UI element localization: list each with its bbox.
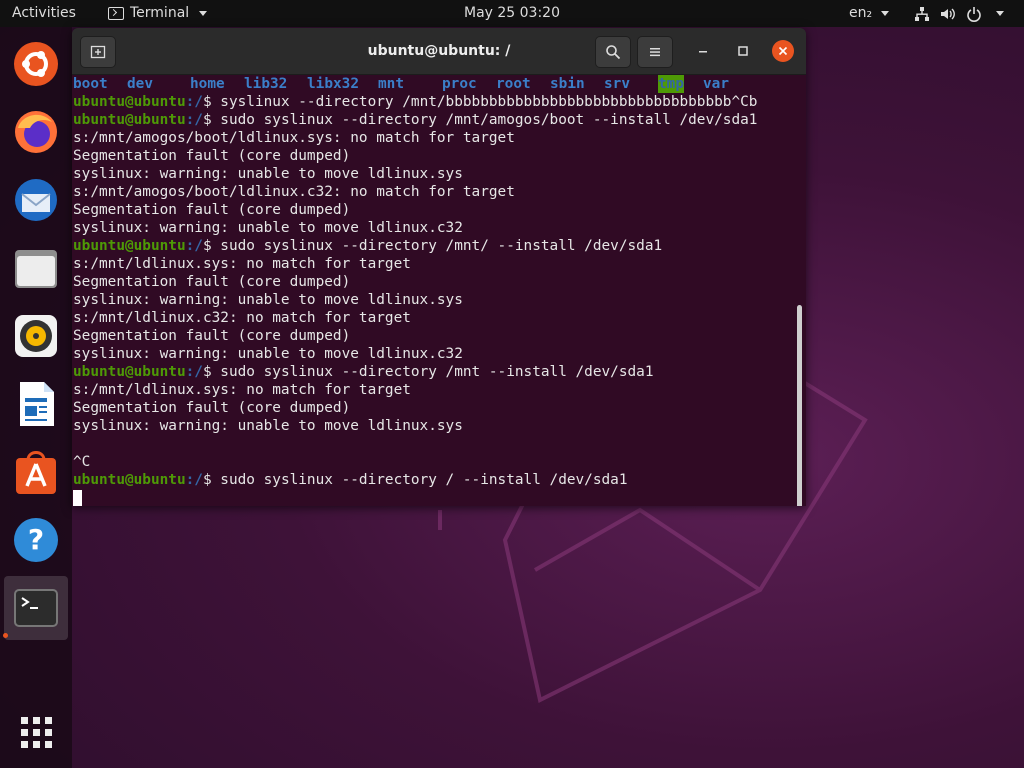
- input-source-menu[interactable]: en₂: [849, 0, 889, 27]
- command-text: $ sudo syslinux --directory /mnt --insta…: [202, 364, 654, 380]
- input-source-label: en₂: [849, 5, 873, 21]
- dock: ?: [0, 27, 72, 768]
- command-text: $ sudo syslinux --directory /mnt/amogos/…: [202, 112, 758, 128]
- close-icon: [778, 46, 788, 56]
- scrollbar[interactable]: [797, 305, 802, 506]
- rhythmbox-icon[interactable]: [12, 312, 60, 360]
- prompt-path: :/: [185, 94, 203, 110]
- ubuntu-software-icon[interactable]: [12, 448, 60, 496]
- command-line: ubuntu@ubuntu:/$ sudo syslinux --directo…: [73, 111, 757, 129]
- ubuntu-installer-icon[interactable]: [12, 40, 60, 88]
- libreoffice-writer-icon[interactable]: [12, 380, 60, 428]
- output-line: syslinux: warning: unable to move ldlinu…: [73, 220, 463, 236]
- search-button[interactable]: [595, 36, 631, 68]
- dir-libx32: libx32: [307, 76, 359, 92]
- output-line: s:/mnt/ldlinux.c32: no match for target: [73, 310, 411, 326]
- prompt-path: :/: [185, 112, 203, 128]
- prompt-path: :/: [185, 238, 203, 254]
- output-line: Segmentation fault (core dumped): [73, 202, 351, 218]
- command-text: $ sudo syslinux --directory /mnt/ --inst…: [202, 238, 663, 254]
- output-line: s:/mnt/amogos/boot/ldlinux.c32: no match…: [73, 184, 515, 200]
- output-line: Segmentation fault (core dumped): [73, 328, 351, 344]
- command-line: ubuntu@ubuntu:/$ sudo syslinux --directo…: [73, 471, 628, 489]
- network-icon: [915, 6, 929, 21]
- output-line: syslinux: warning: unable to move ldlinu…: [73, 292, 463, 308]
- terminal-output[interactable]: boot dev home lib32 libx32 mnt proc root…: [72, 75, 806, 506]
- dir-sbin: sbin: [550, 76, 585, 92]
- power-icon: [967, 6, 981, 22]
- prompt-path: :/: [185, 472, 203, 488]
- command-text: $ sudo syslinux --directory / --install …: [202, 472, 628, 488]
- minimize-icon: [699, 51, 707, 53]
- prompt-user: ubuntu@ubuntu: [73, 472, 186, 488]
- dir-home: home: [190, 76, 225, 92]
- files-icon[interactable]: [12, 244, 60, 292]
- volume-icon: [941, 8, 955, 19]
- system-menu[interactable]: [914, 0, 1004, 27]
- prompt-user: ubuntu@ubuntu: [73, 364, 186, 380]
- dir-tmp: tmp: [658, 75, 684, 93]
- text-cursor: [73, 490, 82, 506]
- prompt-user: ubuntu@ubuntu: [73, 94, 186, 110]
- command-line: ubuntu@ubuntu:/$ sudo syslinux --directo…: [73, 237, 662, 255]
- dir-var: var: [703, 76, 729, 92]
- dir-dev: dev: [127, 76, 153, 92]
- show-apps-icon[interactable]: [12, 708, 60, 756]
- chevron-down-icon: [880, 10, 889, 16]
- terminal-window: ubuntu@ubuntu: / boot dev home lib32 lib…: [72, 28, 806, 506]
- output-line: syslinux: warning: unable to move ldlinu…: [73, 166, 463, 182]
- hamburger-icon: [650, 48, 660, 57]
- command-text: $ syslinux --directory /mnt/bbbbbbbbbbbb…: [202, 94, 758, 110]
- output-line: s:/mnt/ldlinux.sys: no match for target: [73, 256, 411, 272]
- prompt-user: ubuntu@ubuntu: [73, 238, 186, 254]
- close-button[interactable]: [772, 40, 794, 62]
- output-line: s:/mnt/amogos/boot/ldlinux.sys: no match…: [73, 130, 515, 146]
- dir-root: root: [496, 76, 531, 92]
- dir-boot: boot: [73, 76, 108, 92]
- output-line: ^C: [73, 454, 91, 470]
- output-line: syslinux: warning: unable to move ldlinu…: [73, 346, 463, 362]
- top-bar: Activities Terminal May 25 03:20 en₂: [0, 0, 1024, 27]
- svg-text:?: ?: [28, 523, 44, 556]
- thunderbird-icon[interactable]: [12, 176, 60, 224]
- help-icon[interactable]: ?: [12, 516, 60, 564]
- output-line: Segmentation fault (core dumped): [73, 274, 351, 290]
- dir-srv: srv: [604, 76, 630, 92]
- dir-proc: proc: [442, 76, 477, 92]
- output-line: Segmentation fault (core dumped): [73, 400, 351, 416]
- output-line: s:/mnt/ldlinux.sys: no match for target: [73, 382, 411, 398]
- terminal-headerbar[interactable]: ubuntu@ubuntu: /: [72, 28, 806, 75]
- menu-button[interactable]: [637, 36, 673, 68]
- terminal-icon[interactable]: [4, 576, 68, 640]
- minimize-button[interactable]: [692, 40, 714, 62]
- search-icon: [606, 45, 621, 60]
- maximize-button[interactable]: [732, 40, 754, 62]
- prompt-user: ubuntu@ubuntu: [73, 112, 186, 128]
- prompt-path: :/: [185, 364, 203, 380]
- output-line: syslinux: warning: unable to move ldlinu…: [73, 418, 463, 434]
- command-line: ubuntu@ubuntu:/$ syslinux --directory /m…: [73, 93, 757, 111]
- firefox-icon[interactable]: [12, 108, 60, 156]
- dir-lib32: lib32: [244, 76, 288, 92]
- output-line: Segmentation fault (core dumped): [73, 148, 351, 164]
- command-line: ubuntu@ubuntu:/$ sudo syslinux --directo…: [73, 363, 654, 381]
- ls-output-line: boot dev home lib32 libx32 mnt proc root…: [73, 75, 793, 93]
- chevron-down-icon: [996, 11, 1004, 16]
- dir-mnt: mnt: [378, 76, 404, 92]
- maximize-icon: [738, 46, 748, 56]
- running-indicator: [3, 633, 8, 638]
